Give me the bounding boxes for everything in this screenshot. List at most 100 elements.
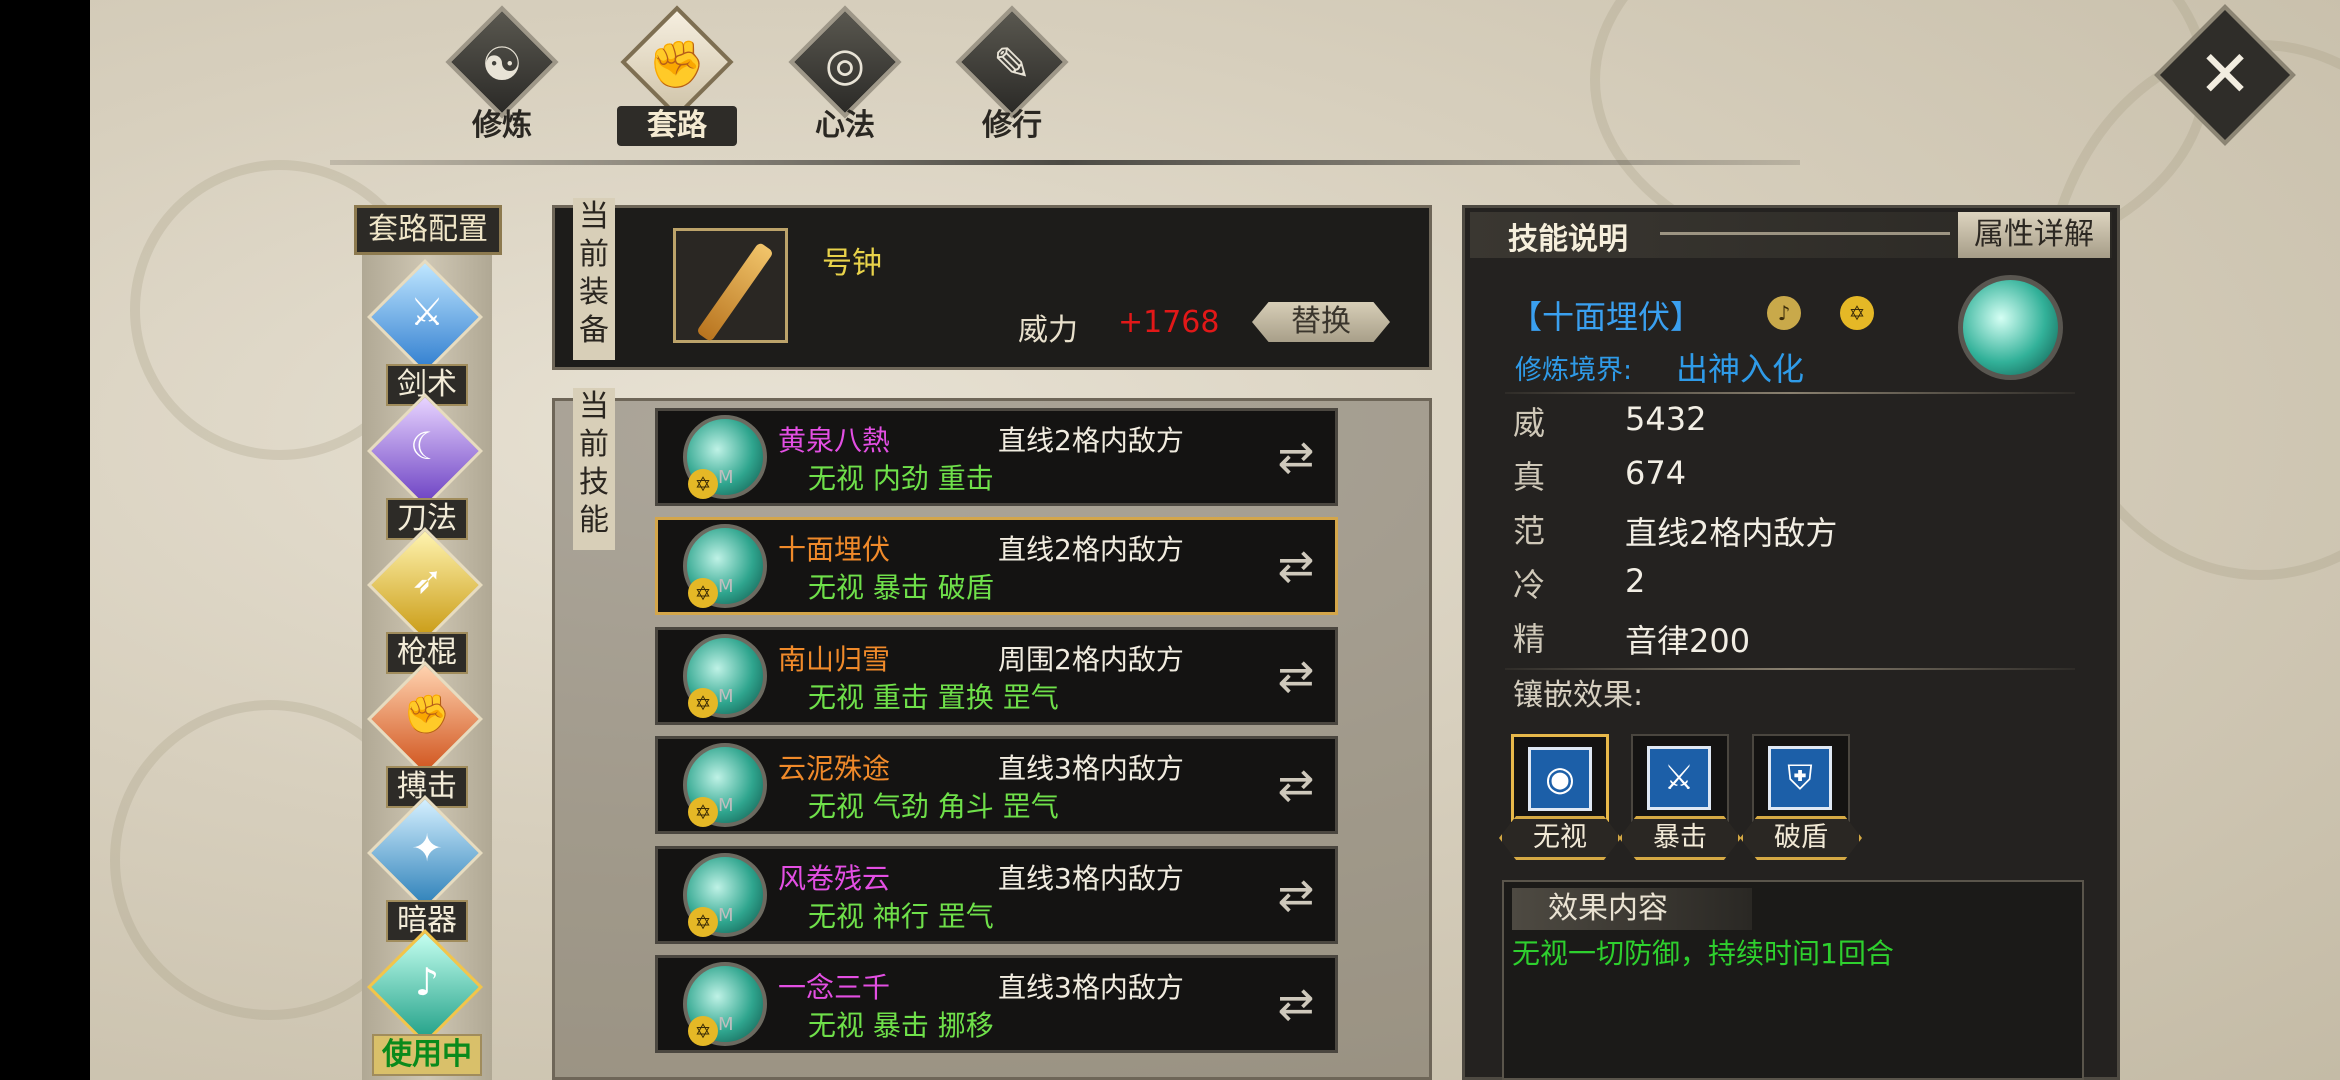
swap-icon[interactable]: ⇄ [1269,759,1323,813]
gem-label-ignore[interactable]: 无视 [1499,816,1621,860]
badge-text: M [718,686,734,707]
tab-label: 修炼 [472,108,532,143]
skill-range: 直线2格内敌方 [998,533,1184,566]
badge-text: M [718,795,734,816]
left-black-bar [0,0,90,1080]
divider [1505,392,2075,394]
category-blade[interactable]: ☾ 刀法 [362,393,492,540]
label-char: 当 [579,389,609,424]
gem-slot-crit[interactable]: ⚔ [1631,734,1729,822]
skill-tags: 无视 暴击 破盾 [808,571,994,604]
instrument-icon: ♪ [1767,296,1801,330]
skill-row[interactable]: ✡ M 一念三千 直线3格内敌方 无视 暴击 挪移 ⇄ [655,955,1338,1053]
sidebar-title: 套路配置 [354,205,502,255]
category-hidden-weapon[interactable]: ✦ 暗器 [362,795,492,942]
skill-tags: 无视 神行 罡气 [808,900,994,933]
category-sword[interactable]: ⚔ 剑术 [362,259,492,406]
star-badge-icon: ✡ [688,797,718,827]
star-badge-icon: ✡ [688,1016,718,1046]
tab-label: 修行 [982,108,1042,143]
stat-value-requirement: 音律200 [1625,622,1751,660]
label-char: 技 [579,465,609,500]
badge-text: M [718,1014,734,1035]
star-badge-icon: ✡ [688,688,718,718]
replace-button[interactable]: 替换 [1252,302,1390,342]
sword-icon: ⚔ [409,290,445,334]
label-char: 前 [579,427,609,462]
skill-row[interactable]: ✡ M 十面埋伏 直线2格内敌方 无视 暴击 破盾 ⇄ [655,517,1338,615]
skill-name: 南山归雪 [778,643,891,676]
selected-skill-name: 【十面埋伏】 [1510,298,1703,336]
power-value: +1768 [1118,305,1220,340]
skill-name: 风卷残云 [778,862,891,895]
skill-row[interactable]: ✡ M 南山归雪 周围2格内敌方 无视 重击 置换 罡气 ⇄ [655,627,1338,725]
skill-row[interactable]: ✡ M 黄泉八熱 直线2格内敌方 无视 内劲 重击 ⇄ [655,408,1338,506]
swap-icon[interactable]: ⇄ [1269,431,1323,485]
tab-label: 心法 [815,108,875,143]
badge-text: M [718,905,734,926]
effect-content-header: 效果内容 [1512,888,1752,930]
skill-row[interactable]: ✡ M 云泥殊途 直线3格内敌方 无视 气劲 角斗 罡气 ⇄ [655,736,1338,834]
swap-icon[interactable]: ⇄ [1269,869,1323,923]
tab-routines[interactable]: ✊ 套路 [602,5,752,146]
skill-name: 黄泉八熱 [778,424,891,457]
category-spear[interactable]: ➶ 枪棍 [362,527,492,674]
sword-icon: ⚔ [1647,746,1711,810]
label-char: 备 [579,313,609,348]
eye-icon: ◉ [1528,747,1592,811]
label-char: 前 [579,237,609,272]
equipment-name: 号钟 [822,246,882,281]
category-fist[interactable]: ✊ 搏击 [362,661,492,808]
stat-key-cooldown: 冷 [1513,566,1546,604]
tab-practice[interactable]: ✎ 修行 [937,5,1087,144]
stat-value-power: 5432 [1625,400,1707,438]
skill-range: 直线2格内敌方 [998,424,1184,457]
skill-name: 十面埋伏 [778,533,891,566]
stat-value-cooldown: 2 [1625,562,1646,600]
selected-skill-icon [1958,275,2063,380]
gem-slot-ignore[interactable]: ◉ [1511,734,1609,822]
stat-value-energy: 674 [1625,454,1687,492]
tab-divider [330,160,1800,165]
skill-row[interactable]: ✡ M 风卷残云 直线3格内敌方 无视 神行 罡气 ⇄ [655,846,1338,944]
gem-slot-shield-break[interactable]: ⛨ [1752,734,1850,822]
swap-icon[interactable]: ⇄ [1269,650,1323,704]
power-label: 威力 [1018,313,1078,348]
gem-label-crit[interactable]: 暴击 [1619,816,1741,860]
skill-tags: 无视 气劲 角斗 罡气 [808,790,1059,823]
category-in-use[interactable]: ♪ 使用中 [362,929,492,1076]
skill-range: 周围2格内敌方 [998,643,1184,676]
skill-range: 直线3格内敌方 [998,752,1184,785]
skill-tags: 无视 内劲 重击 [808,462,994,495]
header-ornament-line [1660,232,1950,235]
badge-text: M [718,576,734,597]
label-char: 装 [579,275,609,310]
tab-label: 套路 [617,106,737,146]
stat-key-energy: 真 [1513,458,1546,496]
fist-icon: ✊ [648,37,706,91]
swirl-icon: ◎ [824,37,866,91]
skill-name: 云泥殊途 [778,752,891,785]
spear-icon: ➶ [411,558,443,602]
attribute-details-button[interactable]: 属性详解 [1958,212,2110,258]
tab-cultivation[interactable]: ☯ 修炼 [427,5,577,144]
embed-effects-label: 镶嵌效果: [1513,678,1644,713]
skill-range: 直线3格内敌方 [998,971,1184,1004]
equipment-slot[interactable] [673,228,788,343]
fist-icon: ✊ [403,692,451,736]
star-badge-icon: ✡ [1840,296,1874,330]
star-badge-icon: ✡ [688,907,718,937]
stat-key-range: 范 [1513,512,1546,550]
stat-key-power: 威 [1513,404,1546,442]
swap-icon[interactable]: ⇄ [1269,540,1323,594]
weapon-icon [696,241,774,343]
swap-icon[interactable]: ⇄ [1269,978,1323,1032]
star-badge-icon: ✡ [688,578,718,608]
gem-label-shield-break[interactable]: 破盾 [1740,816,1862,860]
stat-key-requirement: 精 [1513,620,1546,658]
yin-yang-icon: ☯ [481,37,523,91]
effect-content-text: 无视一切防御，持续时间1回合 [1512,937,1894,970]
close-icon[interactable]: ✕ [2175,25,2275,125]
tab-mind-method[interactable]: ◎ 心法 [770,5,920,144]
shield-icon: ⛨ [1768,746,1832,810]
